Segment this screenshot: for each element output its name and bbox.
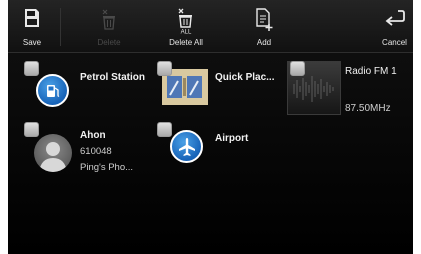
save-button[interactable]: Save [8, 0, 56, 53]
favorite-radio-fm1[interactable]: Radio FM 1 87.50MHz [287, 61, 409, 123]
contact-phone-label: Ping's Pho... [80, 162, 134, 173]
favorite-contact-ahon[interactable]: Ahon 610048 Ping's Pho... [18, 122, 153, 182]
delete-button[interactable]: Delete [85, 0, 133, 53]
screen: Save Delete ALL Delete All Add Cancel Pe… [8, 0, 413, 254]
favorites-grid: Petrol Station Quick Plac... Radio FM 1 … [8, 53, 413, 254]
select-checkbox[interactable] [157, 122, 172, 137]
favorite-title: Airport [215, 133, 249, 144]
delete-all-icon: ALL [178, 8, 192, 35]
toolbar: Save Delete ALL Delete All Add Cancel [8, 0, 413, 53]
select-checkbox[interactable] [157, 61, 172, 76]
favorite-petrol-station[interactable]: Petrol Station [18, 61, 153, 111]
toolbar-divider [60, 8, 61, 46]
fuel-pump-icon [36, 74, 69, 107]
contact-name: Ahon [80, 130, 106, 141]
delete-label: Delete [97, 38, 121, 47]
airplane-icon [170, 130, 203, 163]
favorite-airport[interactable]: Airport [156, 122, 286, 172]
cancel-label: Cancel [382, 38, 407, 47]
delete-all-label: Delete All [169, 38, 203, 47]
select-checkbox[interactable] [24, 61, 39, 76]
save-label: Save [22, 38, 42, 47]
delete-all-button[interactable]: ALL Delete All [161, 0, 211, 53]
contact-number: 610048 [80, 146, 112, 157]
favorite-title: Quick Plac... [215, 72, 275, 83]
station-name: Radio FM 1 [345, 66, 397, 77]
select-checkbox[interactable] [290, 61, 305, 76]
add-file-icon [256, 8, 273, 31]
avatar [34, 134, 72, 172]
cancel-button[interactable]: Cancel [376, 0, 413, 53]
trash-icon [102, 9, 115, 30]
svg-text:ALL: ALL [181, 30, 192, 35]
save-icon [25, 9, 39, 27]
favorite-title: Petrol Station [80, 72, 146, 83]
favorite-quick-place[interactable]: Quick Plac... [156, 61, 286, 111]
select-checkbox[interactable] [24, 122, 39, 137]
station-frequency: 87.50MHz [345, 103, 391, 114]
add-label: Add [256, 38, 272, 47]
add-button[interactable]: Add [239, 0, 289, 53]
return-arrow-icon [385, 10, 405, 26]
